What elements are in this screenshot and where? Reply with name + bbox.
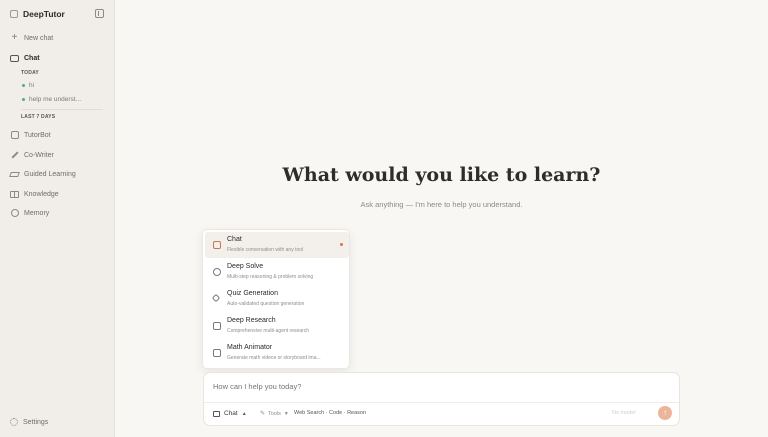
status-dot-icon <box>22 98 25 101</box>
history-item[interactable]: hi <box>22 82 34 89</box>
section-today: TODAY <box>21 70 39 76</box>
clapperboard-icon <box>213 349 221 357</box>
mode-option-chat[interactable]: Chat Flexible conversation with any tool <box>205 232 349 258</box>
mode-description: Auto-validated question generation <box>227 301 305 307</box>
divider <box>21 109 103 110</box>
mode-title: Deep Research <box>227 317 276 324</box>
brain-icon <box>213 268 221 276</box>
page-title: What would you like to learn? <box>282 164 601 186</box>
chat-composer: Chat ▲ ✎ Tools ▼ Web Search · Code · Rea… <box>203 372 680 426</box>
enabled-tools: Web Search · Code · Reason <box>294 410 367 416</box>
new-chat-button[interactable]: New chat <box>10 32 53 44</box>
mode-title: Chat <box>227 236 242 243</box>
chat-bubble-icon <box>10 54 19 63</box>
settings-label: Settings <box>23 418 49 426</box>
sidebar-item-label: Co-Writer <box>24 151 54 159</box>
mode-option-deep-research[interactable]: Deep Research Comprehensive multi-agent … <box>205 313 349 339</box>
arrow-up-icon: ↑ <box>663 408 667 417</box>
sidebar-item-label: Guided Learning <box>24 170 76 178</box>
memory-icon <box>10 209 19 218</box>
mode-option-math-animator[interactable]: Math Animator Generate math videos or st… <box>205 340 349 366</box>
chat-bubble-icon <box>213 241 221 249</box>
mode-title: Math Animator <box>227 344 273 351</box>
sidebar-item-guided-learning[interactable]: Guided Learning <box>9 168 76 180</box>
new-chat-label: New chat <box>24 34 54 42</box>
page-subtitle: Ask anything — I'm here to help you unde… <box>360 200 523 209</box>
model-hint: No model <box>612 410 636 416</box>
mode-selector-label: Chat <box>224 410 238 417</box>
bot-icon <box>10 131 19 140</box>
sidebar-item-co-writer[interactable]: Co-Writer <box>10 149 54 161</box>
send-button[interactable]: ↑ <box>658 406 672 420</box>
sidebar: DeepTutor New chat Chat TODAY hi help me… <box>0 0 115 437</box>
chevron-down-icon: ▼ <box>283 410 289 417</box>
sidebar-item-tutorbot[interactable]: TutorBot <box>10 129 51 141</box>
mode-selector[interactable]: Chat ▲ <box>213 410 247 417</box>
message-input[interactable] <box>213 382 663 391</box>
mode-title: Deep Solve <box>227 263 264 270</box>
history-item-label: hi <box>29 82 35 89</box>
flask-icon <box>213 322 221 330</box>
sidebar-item-chat[interactable]: Chat <box>10 52 40 64</box>
sidebar-item-knowledge[interactable]: Knowledge <box>10 188 59 200</box>
brand: DeepTutor <box>10 8 106 20</box>
plus-icon <box>10 34 19 43</box>
history-item[interactable]: help me underst... <box>22 96 81 103</box>
chat-bubble-icon <box>213 410 220 417</box>
mode-description: Multi-step reasoning & problem solving <box>227 274 314 280</box>
history-item-label: help me underst... <box>29 96 82 103</box>
tools-label: Tools <box>268 410 281 417</box>
sidebar-item-label: Knowledge <box>24 190 59 198</box>
mode-option-deep-solve[interactable]: Deep Solve Multi-step reasoning & proble… <box>205 259 349 285</box>
mode-description: Flexible conversation with any tool <box>227 247 304 253</box>
sidebar-item-label: Memory <box>24 209 50 217</box>
graduation-cap-icon <box>9 170 20 179</box>
mode-description: Generate math videos or storyboard ima..… <box>227 355 321 361</box>
mode-title: Quiz Generation <box>227 290 278 297</box>
wrench-icon: ✎ <box>260 411 266 417</box>
logo-icon <box>10 10 18 18</box>
mode-menu: Chat Flexible conversation with any tool… <box>202 229 350 369</box>
tools-dropdown[interactable]: ✎ Tools ▼ <box>260 410 289 418</box>
chevron-up-icon: ▲ <box>241 410 247 417</box>
status-dot-icon <box>22 84 25 87</box>
selected-indicator-icon <box>340 243 343 246</box>
collapse-sidebar-icon[interactable] <box>95 9 104 18</box>
app-name: DeepTutor <box>23 9 65 19</box>
divider <box>204 402 679 403</box>
sidebar-item-label: Chat <box>24 54 40 62</box>
section-last-7-days: LAST 7 DAYS <box>21 114 56 120</box>
settings-button[interactable]: Settings <box>10 418 48 426</box>
gear-icon <box>10 418 18 426</box>
pen-icon <box>211 293 221 303</box>
mode-option-quiz-generation[interactable]: Quiz Generation Auto-validated question … <box>205 286 349 312</box>
mode-description: Comprehensive multi-agent research <box>227 328 309 334</box>
pencil-icon <box>10 151 19 160</box>
sidebar-item-label: TutorBot <box>24 131 51 139</box>
sidebar-item-memory[interactable]: Memory <box>10 207 49 219</box>
book-icon <box>10 190 19 199</box>
